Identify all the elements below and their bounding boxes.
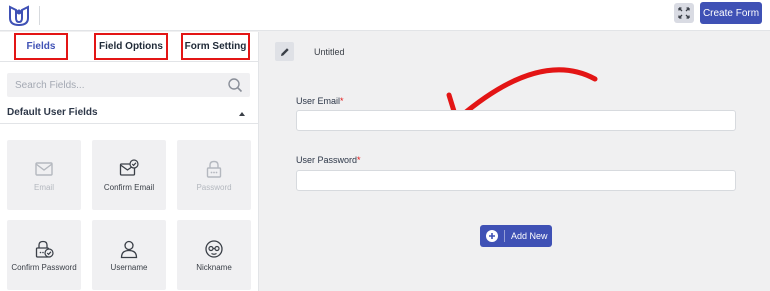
user-email-field[interactable] bbox=[296, 110, 736, 131]
top-bar: Create Form bbox=[0, 0, 770, 31]
field-card-label: Email bbox=[33, 183, 54, 192]
section-toggle-default-fields[interactable]: Default User Fields bbox=[0, 104, 258, 124]
fullscreen-expand-icon bbox=[678, 7, 690, 19]
field-card-label: Username bbox=[110, 263, 148, 272]
user-registration-logo[interactable] bbox=[8, 4, 30, 26]
caret-up-icon bbox=[239, 112, 245, 116]
sidebar-tabs: Fields Field Options Form Setting bbox=[0, 32, 258, 62]
field-card-confirm-email[interactable]: Confirm Email bbox=[92, 140, 166, 210]
section-title: Default User Fields bbox=[7, 107, 98, 118]
pencil-icon bbox=[280, 47, 289, 56]
fullscreen-button[interactable] bbox=[674, 3, 694, 23]
button-divider bbox=[504, 230, 505, 242]
search-box bbox=[7, 73, 250, 97]
nickname-mask-icon bbox=[205, 240, 223, 258]
form-builder-canvas: Untitled User Email* User Password* Add … bbox=[260, 32, 770, 291]
confirm-password-icon bbox=[35, 240, 54, 258]
confirm-email-icon bbox=[119, 159, 139, 176]
search-fields-input[interactable] bbox=[7, 73, 207, 97]
edit-title-button[interactable] bbox=[275, 42, 294, 61]
field-label-text: User Password bbox=[296, 155, 358, 165]
tab-field-options[interactable]: Field Options bbox=[94, 33, 168, 60]
field-sidebar: Fields Field Options Form Setting Defaul… bbox=[0, 32, 259, 291]
required-mark: * bbox=[340, 96, 344, 106]
email-icon bbox=[35, 162, 53, 176]
add-new-label: Add New bbox=[511, 231, 548, 241]
create-form-button[interactable]: Create Form bbox=[700, 2, 762, 24]
form-title: Untitled bbox=[314, 47, 345, 57]
field-card-nickname[interactable]: Nickname bbox=[177, 220, 251, 290]
field-card-username[interactable]: Username bbox=[92, 220, 166, 290]
field-card-label: Confirm Email bbox=[103, 183, 155, 192]
user-password-label: User Password* bbox=[296, 155, 361, 165]
field-card-label: Confirm Password bbox=[11, 263, 77, 272]
user-email-label: User Email* bbox=[296, 96, 344, 106]
password-lock-icon bbox=[206, 160, 222, 178]
tab-fields[interactable]: Fields bbox=[14, 33, 68, 60]
field-card-password[interactable]: Password bbox=[177, 140, 251, 210]
required-mark: * bbox=[357, 155, 361, 165]
plus-circle-icon bbox=[486, 230, 498, 242]
field-card-email[interactable]: Email bbox=[7, 140, 81, 210]
field-card-label: Nickname bbox=[196, 263, 232, 272]
search-icon[interactable] bbox=[227, 77, 243, 93]
user-password-field[interactable] bbox=[296, 170, 736, 191]
field-card-confirm-password[interactable]: Confirm Password bbox=[7, 220, 81, 290]
field-label-text: User Email bbox=[296, 96, 341, 106]
logo-divider bbox=[39, 6, 40, 25]
add-new-button[interactable]: Add New bbox=[480, 225, 552, 247]
tab-form-setting[interactable]: Form Setting bbox=[181, 33, 250, 60]
field-card-label: Password bbox=[196, 183, 232, 192]
user-icon bbox=[120, 240, 138, 259]
